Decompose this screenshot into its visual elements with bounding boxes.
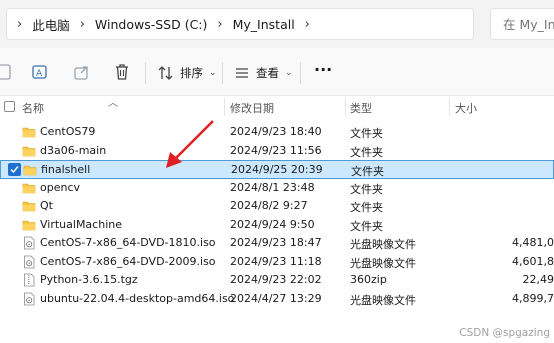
file-type: 文件夹 [350,145,383,159]
archive-icon [22,273,36,287]
file-row[interactable]: d3a06-main 2024/9/23 11:56 文件夹 [0,142,554,161]
file-row[interactable]: CentOS79 2024/9/23 18:40 文件夹 [0,123,554,142]
file-size: 22,49 [522,273,554,286]
folder-icon [23,163,37,177]
file-type: 360zip [350,273,387,286]
file-date: 2024/9/24 9:50 [230,217,315,231]
sort-label: 排序 [180,66,203,80]
folder-icon [22,181,36,195]
toolbar-divider [145,62,146,84]
file-row[interactable]: Python-3.6.15.tgz 2024/9/23 22:02 360zip 22… [0,271,554,290]
chevron-right-icon[interactable]: › [295,17,320,32]
sort-icon [158,66,173,80]
folder-icon [22,125,36,139]
view-icon [236,68,248,78]
column-header-row: ︿ 名称 修改日期 类型 大小 [0,96,554,118]
file-date: 2024/8/1 23:48 [230,180,315,194]
search-input[interactable] [503,16,554,32]
column-header-name[interactable]: 名称 [22,100,44,116]
chevron-down-icon: ⌄ [209,68,217,78]
file-date: 2024/9/25 20:39 [231,163,323,176]
checkmark-icon [10,166,19,174]
toolbar-divider [222,62,223,84]
chevron-right-icon[interactable]: › [7,17,32,32]
file-name: finalshell [41,163,91,176]
address-bar-area: › 此电脑 › Windows-SSD (C:) › My_Install › [0,0,554,48]
file-name: Python-3.6.15.tgz [40,273,138,286]
delete-icon[interactable] [112,62,132,82]
file-date: 2024/9/23 22:02 [230,273,322,286]
file-name: CentOS-7-x86_64-DVD-2009.iso [40,254,216,268]
file-date: 2024/9/23 11:56 [230,143,322,157]
file-list: CentOS79 2024/9/23 18:40 文件夹 d3a06-main 2024… [0,123,554,308]
breadcrumb-this-pc[interactable]: 此电脑 [32,15,70,34]
chevron-right-icon[interactable]: › [207,17,232,32]
column-header-size[interactable]: 大小 [455,100,477,116]
column-divider[interactable] [345,98,346,116]
rename-icon[interactable]: A [30,62,50,82]
file-type: 文件夹 [350,182,383,196]
file-row[interactable]: CentOS-7-x86_64-DVD-1810.iso 2024/9/23 18… [0,234,554,253]
file-name: CentOS-7-x86_64-DVD-1810.iso [40,236,216,249]
breadcrumb: › 此电脑 › Windows-SSD (C:) › My_Install › [7,9,320,39]
row-checkbox[interactable] [8,163,21,176]
disc-image-icon [22,292,36,306]
file-date: 2024/9/23 18:40 [230,125,322,138]
sort-button[interactable]: 排序 ⌄ [158,62,217,84]
share-icon[interactable] [72,62,92,82]
file-type: 光盘映像文件 [350,238,416,251]
file-type: 文件夹 [350,201,383,214]
disc-image-icon [22,255,36,269]
file-name: Qt [40,199,53,212]
disc-image-icon [22,236,36,250]
address-bar[interactable]: › 此电脑 › Windows-SSD (C:) › My_Install › [6,8,474,40]
toolbar-divider [300,62,301,84]
new-item-icon[interactable] [0,62,14,82]
watermark: CSDN @spgazing [459,327,550,339]
column-divider[interactable] [224,98,225,116]
breadcrumb-folder[interactable]: My_Install [233,17,295,32]
folder-icon [22,218,36,232]
file-type: 文件夹 [351,165,384,178]
view-button[interactable]: 查看 ⌄ [234,62,293,84]
file-name: ubuntu-22.04.4-desktop-amd64.iso [40,291,235,305]
svg-text:A: A [36,69,43,79]
file-date: 2024/8/2 9:27 [230,199,308,212]
file-size: 4,899,7 [512,291,554,305]
chevron-right-icon[interactable]: › [70,17,95,32]
search-box[interactable] [490,8,554,40]
file-name: opencv [40,180,81,194]
file-date: 2024/9/23 11:18 [230,254,322,268]
select-all-checkbox[interactable] [4,101,15,112]
chevron-down-icon: ⌄ [285,68,293,78]
file-row[interactable]: CentOS-7-x86_64-DVD-2009.iso 2024/9/23 11… [0,253,554,272]
file-type: 光盘映像文件 [350,256,416,270]
column-divider[interactable] [449,98,450,116]
file-row[interactable]: ubuntu-22.04.4-desktop-amd64.iso 2024/4/2… [0,290,554,309]
file-type: 文件夹 [350,219,383,233]
column-header-type[interactable]: 类型 [350,100,372,116]
file-type: 文件夹 [350,127,383,140]
file-name: CentOS79 [40,125,96,138]
sort-ascending-icon: ︿ [108,98,118,109]
more-options-button[interactable]: ··· [314,58,332,80]
folder-icon [22,144,36,158]
column-header-date[interactable]: 修改日期 [230,100,274,116]
file-name: VirtualMachine [40,217,122,231]
command-bar: A 排序 ⌄ 查看 ⌄ ··· [0,48,554,96]
file-name: d3a06-main [40,143,107,157]
file-date: 2024/4/27 13:29 [230,291,322,305]
file-row[interactable]: VirtualMachine 2024/9/24 9:50 文件夹 [0,216,554,235]
breadcrumb-drive[interactable]: Windows-SSD (C:) [95,17,207,32]
file-date: 2024/9/23 18:47 [230,236,322,249]
file-row[interactable]: finalshell 2024/9/25 20:39 文件夹 [0,160,554,179]
file-type: 光盘映像文件 [350,293,416,307]
file-size: 4,481,0 [512,236,554,249]
file-row[interactable]: opencv 2024/8/1 23:48 文件夹 [0,179,554,198]
folder-icon [22,199,36,213]
file-size: 4,601,8 [512,254,554,268]
view-label: 查看 [256,66,279,80]
file-row[interactable]: Qt 2024/8/2 9:27 文件夹 [0,197,554,216]
